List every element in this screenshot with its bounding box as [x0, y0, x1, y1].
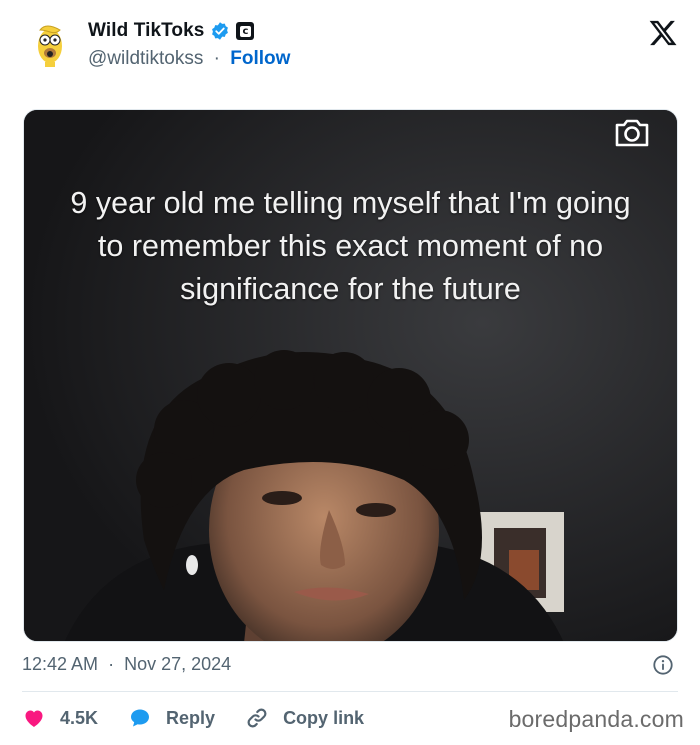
- avatar-icon: [38, 25, 62, 67]
- verified-badge-icon: [212, 22, 229, 40]
- info-icon[interactable]: [652, 654, 674, 676]
- source-watermark: boredpanda.com: [508, 706, 684, 732]
- copy-link-label: Copy link: [283, 707, 365, 728]
- copy-link-button[interactable]: Copy link: [245, 706, 364, 730]
- affiliate-badge-icon: c: [236, 22, 255, 40]
- tweet-date: Nov 27, 2024: [124, 654, 232, 674]
- tweet-time: 12:42 AM: [22, 654, 99, 674]
- reply-button[interactable]: Reply: [128, 706, 215, 730]
- like-button[interactable]: 4.5K: [22, 706, 98, 730]
- reply-bubble-icon: [131, 709, 150, 727]
- handle[interactable]: @wildtiktokss: [88, 48, 203, 69]
- timestamp-separator: ·: [108, 654, 115, 674]
- divider: [22, 691, 678, 692]
- follow-button[interactable]: Follow: [230, 48, 290, 69]
- author-name-row: Wild TikToks c: [88, 20, 255, 42]
- tweet-card: Wild TikToks c @wildtiktokss · Follow 9 …: [0, 0, 700, 745]
- like-count: 4.5K: [60, 707, 99, 728]
- x-logo-icon[interactable]: [648, 18, 678, 48]
- tweet-media[interactable]: 9 year old me telling myself that I'm go…: [23, 109, 678, 642]
- link-icon: [247, 708, 267, 728]
- heart-icon: [25, 710, 43, 727]
- affiliate-badge-letter: c: [239, 25, 251, 37]
- action-bar: 4.5K Reply Copy link: [22, 704, 394, 732]
- handle-separator: ·: [213, 48, 220, 69]
- timestamp[interactable]: 12:42 AM · Nov 27, 2024: [22, 654, 231, 675]
- reply-label: Reply: [166, 707, 216, 728]
- camera-icon: [615, 119, 649, 147]
- handle-row: @wildtiktokss · Follow: [88, 48, 290, 70]
- display-name[interactable]: Wild TikToks: [88, 20, 204, 42]
- video-caption: 9 year old me telling myself that I'm go…: [70, 186, 631, 306]
- avatar[interactable]: [26, 20, 74, 68]
